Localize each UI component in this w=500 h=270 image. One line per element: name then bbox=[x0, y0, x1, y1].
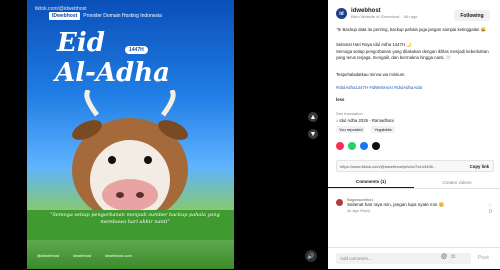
comment-like[interactable]: ♡ 0 bbox=[488, 203, 492, 215]
poster-footer-item: idwebhost bbox=[73, 253, 92, 258]
post-image[interactable]: tiktok.com/@idwebhost IDwebhost Provider… bbox=[27, 0, 234, 269]
chevron-up-icon[interactable]: ▲ bbox=[308, 112, 318, 122]
poster-title-eid: Eid bbox=[57, 28, 105, 58]
author-header: id idwebhost Bikin Website di IDwebhost … bbox=[336, 8, 417, 19]
share-actions bbox=[336, 142, 380, 150]
caption-line: Selamat Hari Raya Idul Adha 1447H 🌙 bbox=[336, 42, 412, 47]
facebook-icon[interactable] bbox=[360, 142, 368, 150]
poster-footer: @idwebhost idwebhost idwebhost.com bbox=[37, 253, 132, 258]
x-icon[interactable] bbox=[372, 142, 380, 150]
avatar[interactable]: id bbox=[336, 8, 347, 19]
poster-brand-bar: IDwebhost Provider Domain Hosting Indone… bbox=[49, 11, 162, 21]
comment-body: Bagassantiho1 Selamat hari raya min, jan… bbox=[347, 197, 487, 213]
see-translation-link[interactable]: See translation bbox=[336, 111, 363, 116]
comment-meta[interactable]: 4s ago Reply bbox=[347, 208, 487, 213]
author-info: idwebhost Bikin Website di IDwebhost · 1… bbox=[351, 8, 417, 19]
reposter-chip[interactable]: Yegabkite bbox=[371, 126, 395, 133]
author-sub: Bikin Website di IDwebhost · 16h ago bbox=[351, 14, 418, 19]
poster-brand-tag: Provider Domain Hosting Indonesia bbox=[83, 13, 162, 19]
repost-row: You reposted Yegabkite bbox=[336, 126, 395, 133]
volume-icon[interactable]: 🔊 bbox=[305, 250, 317, 262]
poster-year-pill: 1447H bbox=[125, 46, 148, 54]
emoji-icon[interactable]: ☺ bbox=[450, 254, 456, 260]
link-row: https://www.tiktok.com/@idwebhost/photo/… bbox=[336, 160, 494, 172]
post-url: https://www.tiktok.com/@idwebhost/photo/… bbox=[340, 163, 437, 169]
add-comment-bar: Add comment... @ ☺ Post bbox=[328, 247, 500, 270]
poster-quote: "Semoga setiap pengorbanan menjadi sumbe… bbox=[50, 212, 220, 225]
video-stage: tiktok.com/@idwebhost IDwebhost Provider… bbox=[0, 0, 326, 269]
caption-line: Tespehaladatkau minna wa minkum. bbox=[336, 72, 406, 77]
mention-icon[interactable]: @ bbox=[441, 254, 447, 260]
poster-footer-item: @idwebhost bbox=[37, 253, 60, 258]
copy-link-button[interactable]: Copy link bbox=[466, 164, 493, 169]
like-count: 0 bbox=[488, 209, 492, 215]
caption-line: 🐄 Backup data itu penting, backup pahala… bbox=[336, 27, 486, 32]
tab-creator-videos[interactable]: Creator videos bbox=[414, 176, 500, 188]
tabs: Comments (1) Creator videos bbox=[328, 176, 500, 189]
whatsapp-icon[interactable] bbox=[348, 142, 356, 150]
avatar[interactable] bbox=[336, 199, 343, 206]
poster-brand: IDwebhost bbox=[49, 12, 81, 20]
tab-comments[interactable]: Comments (1) bbox=[328, 176, 414, 188]
music-link[interactable]: ♪ Idul Adha 2026 - Ramadhani bbox=[336, 118, 394, 123]
post-detail-panel: id idwebhost Bikin Website di IDwebhost … bbox=[328, 0, 500, 269]
comment-tools: @ ☺ bbox=[441, 254, 456, 260]
following-button[interactable]: Following bbox=[454, 10, 490, 21]
chevron-down-icon[interactable]: ▼ bbox=[308, 129, 318, 139]
less-link[interactable]: less bbox=[336, 97, 491, 103]
share-icon[interactable] bbox=[336, 142, 344, 150]
poster-footer-item: idwebhost.com bbox=[105, 253, 132, 258]
poster-title-aladha: Al-Adha bbox=[55, 58, 170, 88]
post-button[interactable]: Post bbox=[478, 255, 489, 261]
reposted-chip[interactable]: You reposted bbox=[336, 126, 366, 133]
caption-line: Semoga setiap pengorbanan yang dilakukan… bbox=[336, 49, 489, 60]
caption-hashtags[interactable]: #IdulAdha1447H #IdWebHost #IdulAdhaAdat bbox=[336, 85, 491, 91]
